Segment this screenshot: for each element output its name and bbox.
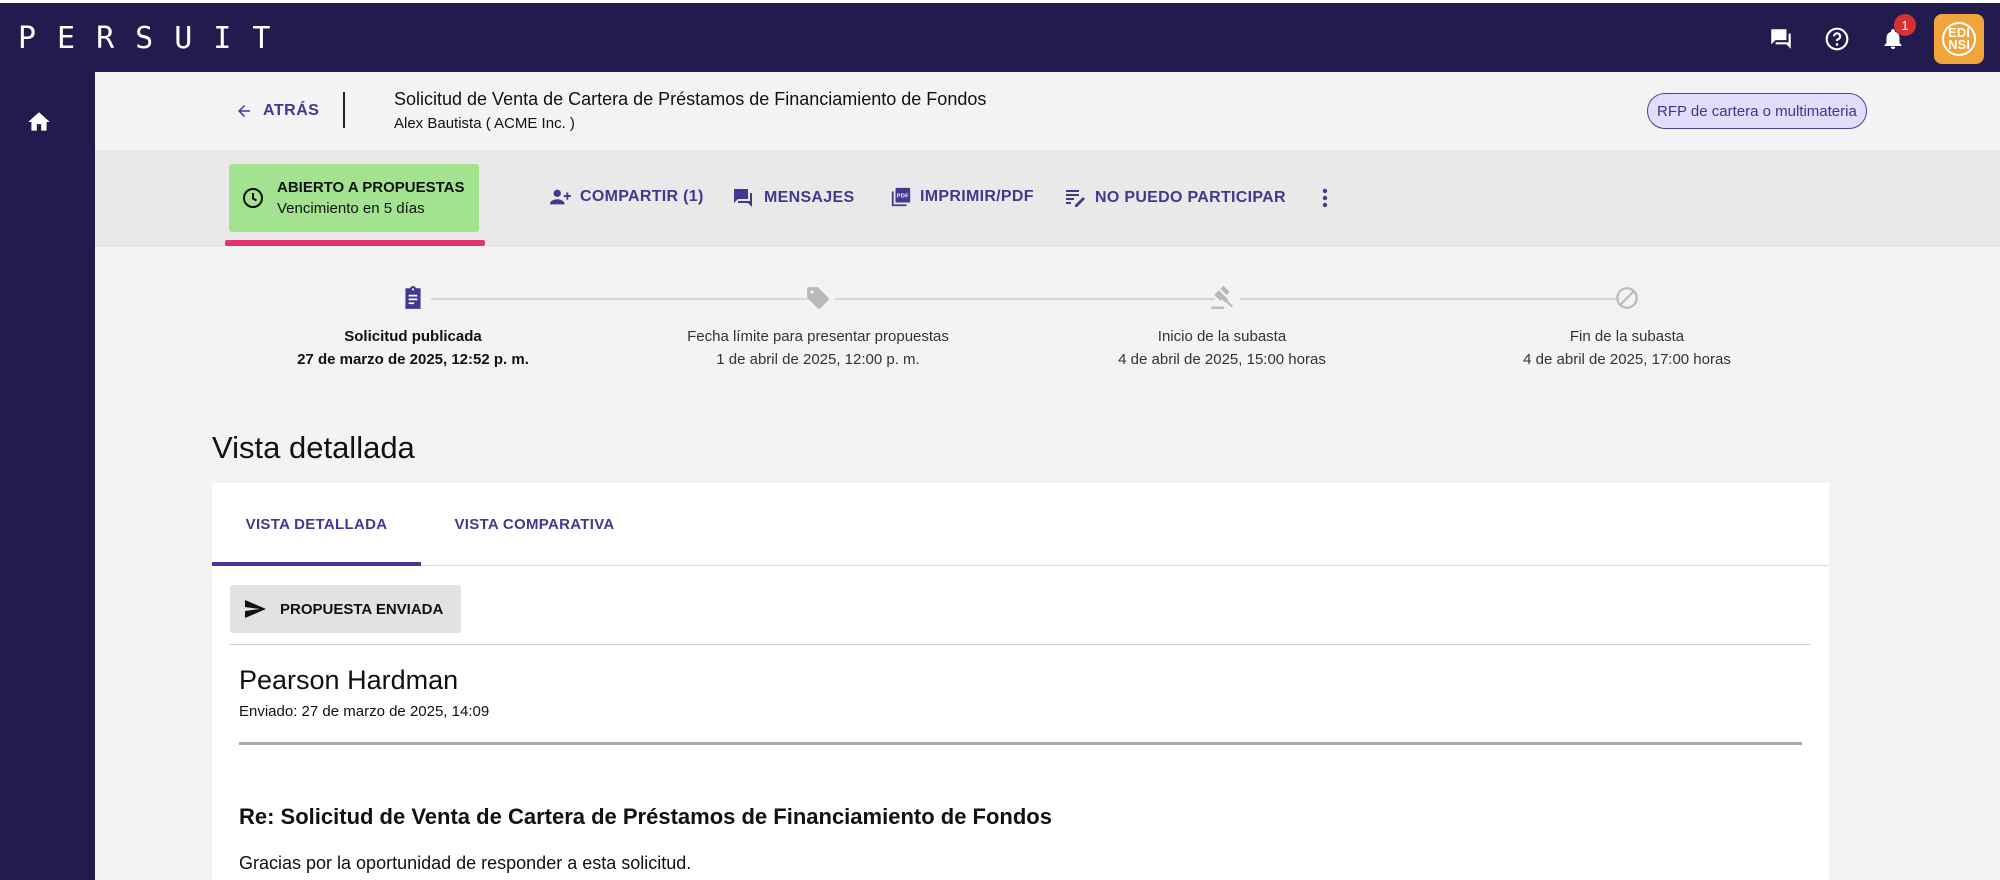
top-bar: PERSUIT 1 EDI NSI bbox=[0, 0, 2000, 72]
timeline-step-published: Solicitud publicada 27 de marzo de 2025,… bbox=[263, 282, 563, 368]
home-icon[interactable] bbox=[26, 109, 52, 135]
status-badge[interactable]: ABIERTO A PROPUESTAS Vencimiento en 5 dí… bbox=[229, 164, 479, 232]
timeline-label: Inicio de la subasta bbox=[1157, 328, 1287, 345]
avatar-initials: EDI NSI bbox=[1942, 22, 1976, 56]
tab-comparative-view[interactable]: VISTA COMPARATIVA bbox=[421, 483, 648, 566]
arrow-left-icon bbox=[238, 105, 250, 117]
clipboard-icon bbox=[397, 282, 429, 314]
back-label: ATRÁS bbox=[263, 102, 320, 119]
decline-label: NO PUEDO PARTICIPAR bbox=[1095, 189, 1286, 206]
share-button[interactable]: COMPARTIR (1) bbox=[548, 186, 704, 208]
timeline-label: Fecha límite para presentar propuestas bbox=[687, 328, 949, 345]
svg-text:PDF: PDF bbox=[897, 193, 909, 199]
status-deadline: Vencimiento en 5 días bbox=[277, 200, 425, 217]
sidebar bbox=[0, 72, 95, 880]
timeline-date: 4 de abril de 2025, 15:00 horas bbox=[1118, 351, 1326, 368]
section-heading: Vista detallada bbox=[212, 430, 415, 465]
persuit-logo[interactable]: PERSUIT bbox=[18, 21, 291, 56]
timeline-date: 27 de marzo de 2025, 12:52 p. m. bbox=[297, 351, 529, 368]
notification-badge: 1 bbox=[1894, 14, 1916, 36]
messages-button[interactable]: MENSAJES bbox=[730, 186, 854, 210]
edit-note-icon bbox=[1066, 190, 1085, 207]
sent-date: Enviado: 27 de marzo de 2025, 14:09 bbox=[239, 703, 490, 720]
person-add-icon bbox=[549, 189, 571, 205]
action-bar: ABIERTO A PROPUESTAS Vencimiento en 5 dí… bbox=[95, 150, 2000, 246]
request-header: ATRÁS Solicitud de Venta de Cartera de P… bbox=[95, 72, 2000, 150]
view-tabs: VISTA DETALLADA VISTA COMPARATIVA bbox=[212, 483, 1829, 566]
more-options-button[interactable] bbox=[1315, 186, 1343, 210]
divider bbox=[239, 742, 1802, 745]
proposal-status-chip: PROPUESTA ENVIADA bbox=[230, 585, 462, 633]
page-title: Solicitud de Venta de Cartera de Préstam… bbox=[394, 89, 987, 109]
timeline-step-auction-start: Inicio de la subasta 4 de abril de 2025,… bbox=[1072, 282, 1372, 368]
messages-label: MENSAJES bbox=[764, 189, 855, 206]
user-avatar[interactable]: EDI NSI bbox=[1934, 14, 1984, 64]
back-button[interactable]: ATRÁS bbox=[235, 102, 319, 120]
timeline-label: Solicitud publicada bbox=[344, 328, 482, 345]
send-icon bbox=[245, 600, 266, 618]
decline-button[interactable]: NO PUEDO PARTICIPAR bbox=[1063, 186, 1286, 210]
chat-icon[interactable] bbox=[1766, 24, 1796, 54]
header-divider bbox=[343, 92, 345, 128]
help-icon[interactable] bbox=[1822, 24, 1852, 54]
print-pdf-button[interactable]: PDF IMPRIMIR/PDF bbox=[890, 186, 1034, 208]
timeline-step-auction-end: Fin de la subasta 4 de abril de 2025, 17… bbox=[1477, 282, 1777, 368]
chat-icon bbox=[734, 189, 752, 207]
share-label: COMPARTIR (1) bbox=[580, 188, 704, 205]
tab-detailed-view[interactable]: VISTA DETALLADA bbox=[212, 483, 421, 566]
more-vert-icon bbox=[1322, 188, 1328, 208]
tag-icon bbox=[802, 282, 834, 314]
rfp-type-chip[interactable]: RFP de cartera o multimateria bbox=[1647, 93, 1867, 129]
request-timeline: Solicitud publicada 27 de marzo de 2025,… bbox=[95, 246, 2000, 416]
notifications-bell-icon[interactable]: 1 bbox=[1878, 14, 1916, 54]
block-icon bbox=[1611, 282, 1643, 314]
divider bbox=[230, 644, 1810, 645]
print-label: IMPRIMIR/PDF bbox=[920, 188, 1034, 205]
proposal-body-text: Gracias por la oportunidad de responder … bbox=[239, 853, 692, 873]
timeline-label: Fin de la subasta bbox=[1569, 328, 1685, 345]
top-icons: 1 EDI NSI bbox=[1766, 3, 2000, 75]
clock-icon bbox=[243, 188, 263, 208]
proposal-card: VISTA DETALLADA VISTA COMPARATIVA PROPUE… bbox=[212, 483, 1829, 880]
timeline-step-deadline: Fecha límite para presentar propuestas 1… bbox=[668, 282, 968, 368]
gavel-icon bbox=[1206, 282, 1238, 314]
firm-name: Pearson Hardman bbox=[239, 665, 459, 695]
proposal-status-label: PROPUESTA ENVIADA bbox=[280, 600, 444, 618]
pdf-icon: PDF bbox=[891, 187, 911, 207]
status-title: ABIERTO A PROPUESTAS bbox=[277, 179, 465, 196]
requester-name: Alex Bautista ( ACME Inc. ) bbox=[394, 115, 575, 132]
proposal-title: Re: Solicitud de Venta de Cartera de Pré… bbox=[239, 804, 1052, 829]
timeline-date: 4 de abril de 2025, 17:00 horas bbox=[1523, 351, 1731, 368]
timeline-date: 1 de abril de 2025, 12:00 p. m. bbox=[716, 351, 920, 368]
